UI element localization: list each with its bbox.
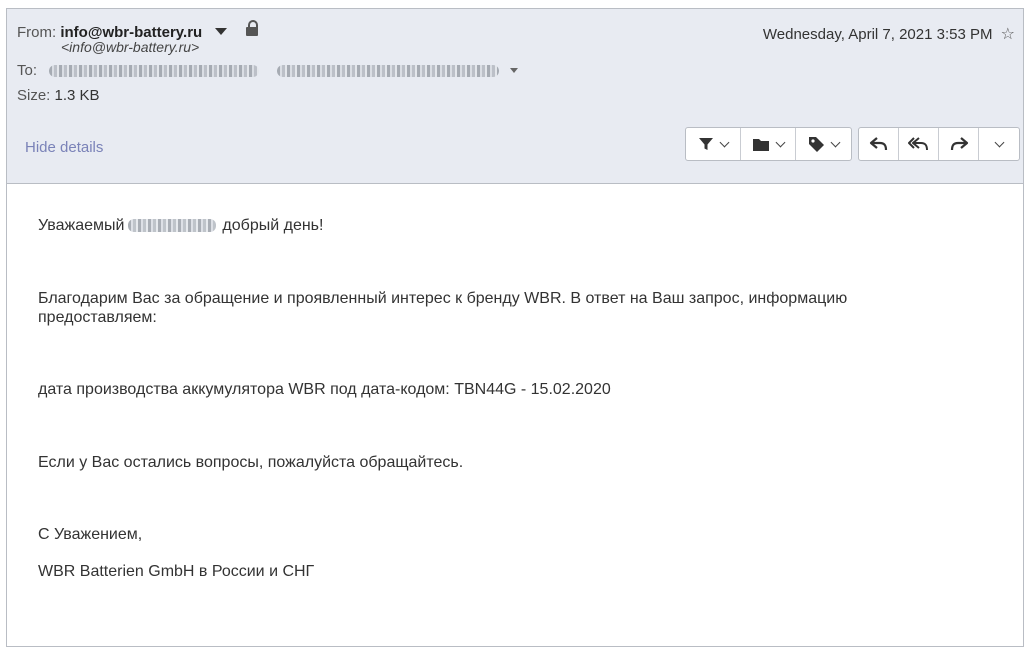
greeting: Уважаемый добрый день! <box>38 216 323 235</box>
greeting-text: Уважаемый <box>38 217 125 234</box>
reply-button[interactable] <box>859 128 899 160</box>
forward-icon <box>950 137 968 151</box>
more-actions-button[interactable] <box>979 128 1019 160</box>
tag-button[interactable] <box>796 128 851 160</box>
reply-all-icon <box>907 137 928 151</box>
size-value: 1.3 KB <box>54 87 100 104</box>
message-date: Wednesday, April 7, 2021 3:53 PM <box>762 26 993 43</box>
folder-icon <box>753 138 769 151</box>
star-icon[interactable]: ☆ <box>1001 26 1015 43</box>
redacted-recipient <box>49 65 260 78</box>
thanks-paragraph: Благодарим Вас за обращение и проявленны… <box>38 290 848 326</box>
message-actions-group <box>685 127 852 161</box>
filter-button[interactable] <box>686 128 741 160</box>
chevron-down-icon[interactable] <box>215 28 228 35</box>
chevron-down-icon <box>830 137 841 147</box>
to-label: To: <box>17 62 38 79</box>
chevron-down-icon[interactable] <box>509 68 518 73</box>
greeting-tail: добрый день! <box>222 217 324 234</box>
production-date-line: дата производства аккумулятора WBR под д… <box>38 381 611 398</box>
reply-icon <box>869 137 887 151</box>
tag-icon <box>809 136 824 152</box>
regards-line: С Уважением, <box>38 526 143 543</box>
reply-all-button[interactable] <box>899 128 939 160</box>
size-label: Size: <box>17 87 51 104</box>
date-row: Wednesday, April 7, 2021 3:53 PM ☆ <box>763 24 1015 44</box>
reply-actions-group <box>858 127 1020 161</box>
redacted-recipient <box>277 65 500 78</box>
size-row: Size: 1.3 KB <box>17 87 100 104</box>
from-label: From: <box>17 24 57 41</box>
redacted-name <box>128 219 217 232</box>
filter-icon <box>699 138 713 150</box>
hide-details-link[interactable]: Hide details <box>25 139 103 156</box>
to-row: To: <box>17 62 518 79</box>
sender-address: <info@wbr-battery.ru> <box>61 39 200 55</box>
company-signature: WBR Batterien GmbH в России и СНГ <box>38 563 315 580</box>
email-header: From: info@wbr-battery.ru <info@wbr-batt… <box>7 9 1023 184</box>
questions-line: Если у Вас остались вопросы, пожалуйста … <box>38 454 464 471</box>
forward-button[interactable] <box>939 128 979 160</box>
chevron-down-icon <box>719 137 730 147</box>
chevron-down-icon <box>775 137 786 147</box>
lock-icon <box>245 20 258 37</box>
move-to-folder-button[interactable] <box>741 128 796 160</box>
more-chevron-icon <box>994 137 1004 147</box>
email-view: From: info@wbr-battery.ru <info@wbr-batt… <box>6 8 1024 647</box>
